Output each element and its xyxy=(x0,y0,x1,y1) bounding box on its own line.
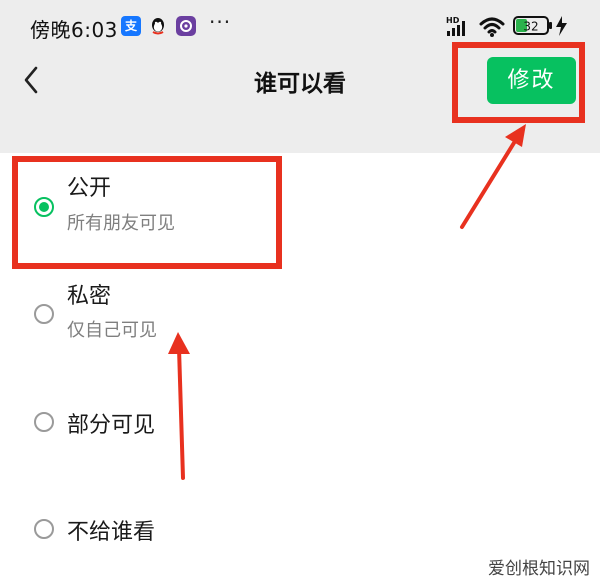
option-partial[interactable]: 部分可见 xyxy=(0,385,600,465)
option-title: 私密 xyxy=(67,284,112,309)
option-title: 部分可见 xyxy=(67,413,156,438)
battery-icon: 32 xyxy=(513,16,552,35)
option-title: 不给谁看 xyxy=(67,520,156,545)
alipay-icon: 支 xyxy=(121,16,141,36)
radio-button[interactable] xyxy=(34,412,54,432)
back-button[interactable] xyxy=(16,62,48,98)
watermark: 爱创根知识网 xyxy=(488,559,590,579)
wifi-icon xyxy=(479,17,505,37)
edit-button[interactable]: 修改 xyxy=(487,57,576,104)
chevron-left-icon xyxy=(24,66,38,94)
app-icon xyxy=(176,16,196,36)
option-title: 公开 xyxy=(67,176,112,201)
status-indicators-icon: HD 32 xyxy=(446,16,567,37)
radio-button[interactable] xyxy=(34,519,54,539)
option-private[interactable]: 私密 仅自己可见 xyxy=(0,265,600,365)
header-area: 傍晚6:03 支 ··· HD 32 谁可以看 修改 xyxy=(0,0,600,153)
option-public[interactable]: 公开 所有朋友可见 xyxy=(0,160,600,260)
battery-level: 32 xyxy=(523,20,538,34)
option-subtitle: 仅自己可见 xyxy=(67,320,157,341)
qq-icon xyxy=(148,16,168,36)
more-notifications-icon: ··· xyxy=(209,10,232,34)
status-time: 傍晚6:03 xyxy=(30,18,118,42)
network-label: HD xyxy=(446,16,460,25)
option-subtitle: 所有朋友可见 xyxy=(67,213,175,234)
radio-button-checked[interactable] xyxy=(34,197,54,217)
status-right-group: HD 32 xyxy=(446,14,574,38)
charging-icon xyxy=(556,16,567,36)
radio-button[interactable] xyxy=(34,304,54,324)
